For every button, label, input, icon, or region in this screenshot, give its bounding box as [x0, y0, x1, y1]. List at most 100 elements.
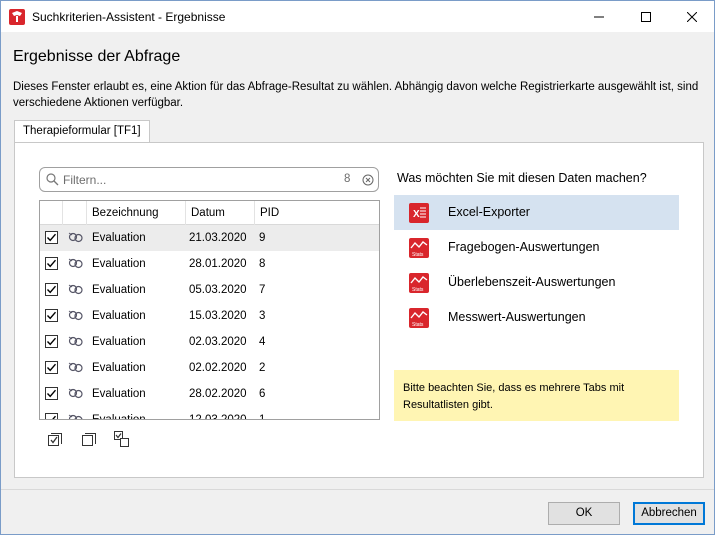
stats-icon: Stats	[409, 273, 429, 293]
minimize-button[interactable]	[576, 1, 622, 32]
cell-pid: 9	[259, 232, 266, 244]
table-row[interactable]: Evaluation 21.03.2020 9	[40, 225, 379, 251]
deselect-all-icon	[82, 433, 96, 446]
cell-bezeichnung: Evaluation	[92, 284, 146, 296]
cell-pid: 4	[259, 336, 266, 348]
window-title: Suchkriterien-Assistent - Ergebnisse	[32, 10, 226, 24]
cell-datum: 05.03.2020	[189, 284, 247, 296]
deselect-all-button[interactable]	[81, 432, 97, 448]
stats-icon: Stats	[409, 238, 429, 258]
close-button[interactable]	[669, 1, 715, 32]
ok-button[interactable]: OK	[548, 502, 620, 525]
row-checkbox[interactable]	[45, 257, 58, 270]
table-row[interactable]: Evaluation 28.02.2020 6	[40, 381, 379, 407]
row-checkbox[interactable]	[45, 361, 58, 374]
svg-text:X: X	[413, 209, 420, 220]
invert-selection-icon	[114, 431, 129, 447]
minimize-icon	[594, 16, 604, 17]
column-header-datum[interactable]: Datum	[186, 201, 255, 225]
close-icon	[687, 11, 697, 22]
page-title: Ergebnisse der Abfrage	[13, 48, 181, 65]
cell-pid: 7	[259, 284, 266, 296]
tab-therapieformular[interactable]: Therapieformular [TF1]	[14, 120, 150, 143]
form-icon	[68, 310, 83, 321]
maximize-button[interactable]	[623, 1, 669, 32]
checkmark-icon	[46, 363, 57, 372]
row-checkbox[interactable]	[45, 283, 58, 296]
checkmark-icon	[46, 285, 57, 294]
cell-datum: 28.02.2020	[189, 388, 247, 400]
checkmark-icon	[52, 415, 57, 419]
title-bar: Suchkriterien-Assistent - Ergebnisse	[1, 1, 714, 32]
row-checkbox[interactable]	[45, 387, 58, 400]
cell-pid: 6	[259, 388, 266, 400]
form-icon	[68, 414, 83, 419]
stats-icon-text: Stats	[412, 287, 424, 293]
row-checkbox[interactable]	[45, 231, 58, 244]
row-checkbox[interactable]	[45, 413, 58, 419]
stats-icon-text: Stats	[412, 252, 424, 258]
form-icon	[68, 284, 83, 295]
cell-bezeichnung: Evaluation	[92, 258, 146, 270]
table-row[interactable]: Evaluation 12.03.2020 1	[40, 407, 379, 420]
action-label: Messwert-Auswertungen	[448, 310, 586, 324]
search-icon	[46, 173, 59, 186]
select-all-icon	[48, 433, 62, 446]
cell-datum: 15.03.2020	[189, 310, 247, 322]
table-row[interactable]: Evaluation 15.03.2020 3	[40, 303, 379, 329]
table-row[interactable]: Evaluation 02.03.2020 4	[40, 329, 379, 355]
cell-pid: 3	[259, 310, 266, 322]
checkmark-icon	[46, 233, 57, 242]
cell-bezeichnung: Evaluation	[92, 232, 146, 244]
table-row[interactable]: Evaluation 28.01.2020 8	[40, 251, 379, 277]
cell-bezeichnung: Evaluation	[92, 336, 146, 348]
select-all-button[interactable]	[47, 432, 63, 448]
app-logo-icon	[9, 9, 25, 25]
stats-icon: Stats	[409, 308, 429, 328]
maximize-icon	[641, 11, 651, 22]
row-checkbox[interactable]	[45, 309, 58, 322]
dialog-window: Suchkriterien-Assistent - Ergebnisse Erg…	[0, 0, 715, 535]
description-text: Dieses Fenster erlaubt es, eine Aktion f…	[13, 81, 699, 109]
form-icon	[68, 336, 83, 347]
action-label: Überlebenszeit-Auswertungen	[448, 275, 616, 289]
checkmark-icon	[46, 311, 57, 320]
action-label: Excel-Exporter	[448, 205, 530, 219]
excel-icon: X	[409, 203, 429, 223]
column-header-pid[interactable]: PID	[255, 201, 379, 225]
checkmark-icon	[46, 259, 57, 268]
checkmark-icon	[46, 337, 57, 346]
cell-pid: 2	[259, 362, 266, 374]
cell-datum: 02.03.2020	[189, 336, 247, 348]
result-count: 8	[344, 173, 351, 185]
action-messwert-auswertungen[interactable]: Stats Messwert-Auswertungen	[394, 300, 679, 335]
column-header-bezeichnung[interactable]: Bezeichnung	[87, 201, 186, 225]
action-ueberlebenszeit-auswertungen[interactable]: Stats Überlebenszeit-Auswertungen	[394, 265, 679, 300]
form-icon	[68, 258, 83, 269]
stats-icon-text: Stats	[412, 322, 424, 328]
filter-field[interactable]: Filtern... 8	[39, 167, 379, 192]
table-row[interactable]: Evaluation 02.02.2020 2	[40, 355, 379, 381]
row-checkbox[interactable]	[45, 335, 58, 348]
cell-bezeichnung: Evaluation	[92, 388, 146, 400]
cell-datum: 02.02.2020	[189, 362, 247, 374]
table-header: Bezeichnung Datum PID	[40, 201, 379, 225]
clear-icon[interactable]	[362, 174, 374, 186]
action-fragebogen-auswertungen[interactable]: Stats Fragebogen-Auswertungen	[394, 230, 679, 265]
table-row[interactable]: Evaluation 05.03.2020 7	[40, 277, 379, 303]
action-excel-exporter[interactable]: X Excel-Exporter	[394, 195, 679, 230]
cell-bezeichnung: Evaluation	[92, 362, 146, 374]
cell-datum: 21.03.2020	[189, 232, 247, 244]
cancel-button[interactable]: Abbrechen	[633, 502, 705, 525]
cell-bezeichnung: Evaluation	[92, 414, 146, 420]
action-label: Fragebogen-Auswertungen	[448, 240, 600, 254]
filter-input[interactable]: Filtern...	[63, 173, 106, 187]
action-question: Was möchten Sie mit diesen Daten machen?	[397, 171, 647, 185]
invert-selection-button[interactable]	[114, 431, 130, 447]
cell-bezeichnung: Evaluation	[92, 310, 146, 322]
checkmark-icon	[46, 389, 57, 398]
form-icon	[68, 388, 83, 399]
form-icon	[68, 362, 83, 373]
results-table[interactable]: Bezeichnung Datum PID Evaluation 21.03.2…	[39, 200, 380, 420]
cell-datum: 28.01.2020	[189, 258, 247, 270]
